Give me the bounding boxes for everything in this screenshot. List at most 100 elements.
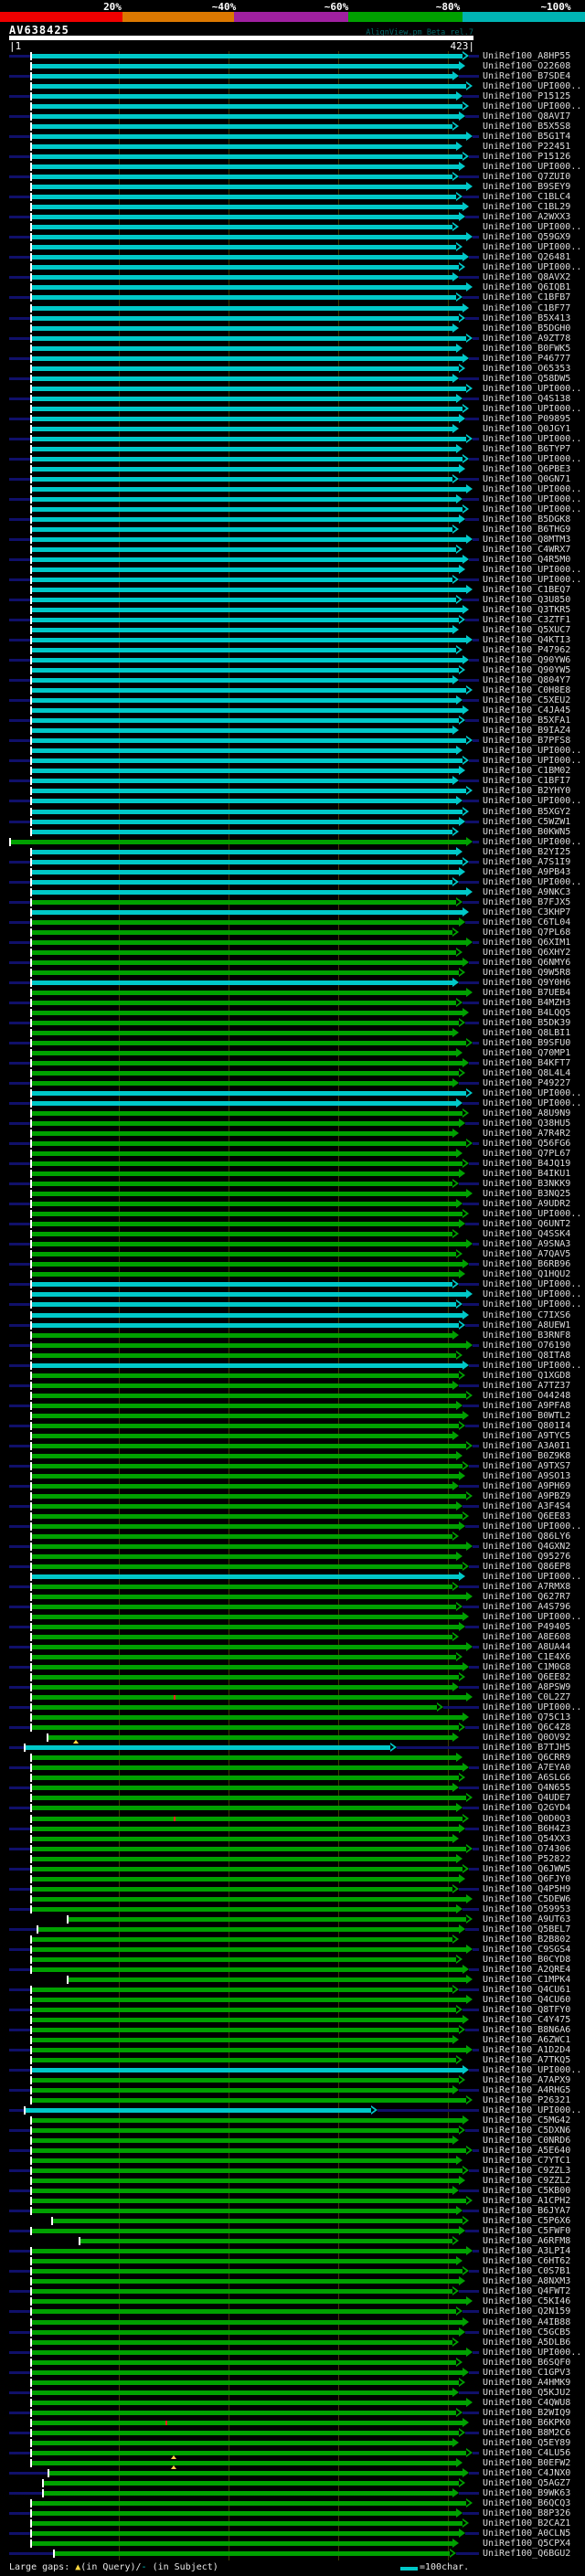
hit-label[interactable]: UniRef100_B5G1T4: [483, 132, 570, 142]
hit-row[interactable]: UniRef100_B7SDE4: [0, 71, 585, 81]
hit-bar[interactable]: [32, 1434, 452, 1438]
hit-bar[interactable]: [32, 1675, 459, 1680]
hit-row[interactable]: UniRef100_UPI000..: [0, 222, 585, 232]
hit-bar[interactable]: [32, 417, 459, 421]
hit-bar[interactable]: [32, 54, 463, 58]
hit-row[interactable]: UniRef100_Q0OV92: [0, 1733, 585, 1743]
hit-bar[interactable]: [32, 981, 452, 985]
hit-bar[interactable]: [32, 134, 465, 139]
hit-label[interactable]: UniRef100_A5DLB6: [483, 2337, 570, 2348]
hit-row[interactable]: UniRef100_B6THG9: [0, 525, 585, 535]
hit-label[interactable]: UniRef100_Q5KJU2: [483, 2388, 570, 2398]
hit-label[interactable]: UniRef100_A9SO13: [483, 1471, 570, 1481]
hit-bar[interactable]: [32, 698, 456, 703]
hit-label[interactable]: UniRef100_A9PBZ9: [483, 1491, 570, 1501]
hit-row[interactable]: UniRef100_C5KB00: [0, 2186, 585, 2196]
hit-row[interactable]: UniRef100_Q6NMY6: [0, 958, 585, 968]
hit-label[interactable]: UniRef100_A7TZ37: [483, 1381, 570, 1391]
hit-bar[interactable]: [32, 2048, 465, 2052]
hit-label[interactable]: UniRef100_B5XFA1: [483, 716, 570, 726]
hit-bar[interactable]: [32, 2138, 452, 2143]
hit-row[interactable]: UniRef100_C4LU56: [0, 2448, 585, 2458]
hit-bar[interactable]: [32, 2350, 465, 2355]
hit-row[interactable]: UniRef100_UPI000..: [0, 1088, 585, 1098]
hit-label[interactable]: UniRef100_B0Z9K8: [483, 1451, 570, 1461]
hit-bar[interactable]: [32, 1343, 465, 1348]
hit-row[interactable]: UniRef100_B9IAZ4: [0, 726, 585, 736]
hit-bar[interactable]: [11, 840, 465, 844]
hit-row[interactable]: UniRef100_A8UEW1: [0, 1320, 585, 1330]
hit-bar[interactable]: [32, 1574, 459, 1579]
hit-bar[interactable]: [32, 870, 459, 875]
hit-label[interactable]: UniRef100_A7R4R2: [483, 1129, 570, 1139]
hit-row[interactable]: UniRef100_Q801I4: [0, 1421, 585, 1431]
hit-row[interactable]: UniRef100_UPI000..: [0, 796, 585, 806]
hit-bar[interactable]: [32, 1363, 463, 1368]
hit-row[interactable]: UniRef100_A4IB88: [0, 2317, 585, 2327]
hit-label[interactable]: UniRef100_P49227: [483, 1078, 570, 1088]
hit-bar[interactable]: [32, 1101, 456, 1106]
hit-label[interactable]: UniRef100_UPI000..: [483, 484, 581, 494]
hit-label[interactable]: UniRef100_Q9Y0H6: [483, 978, 570, 988]
hit-row[interactable]: UniRef100_A9ZT78: [0, 334, 585, 344]
hit-row[interactable]: UniRef100_Q95276: [0, 1552, 585, 1562]
hit-label[interactable]: UniRef100_UPI000..: [483, 1361, 581, 1371]
hit-row[interactable]: UniRef100_C7IXS6: [0, 1310, 585, 1320]
hit-bar[interactable]: [32, 2128, 459, 2133]
hit-bar[interactable]: [32, 789, 465, 793]
hit-row[interactable]: UniRef100_Q6JWW5: [0, 1864, 585, 1874]
hit-bar[interactable]: [32, 84, 465, 89]
hit-row[interactable]: UniRef100_UPI000..: [0, 1299, 585, 1309]
hit-row[interactable]: UniRef100_UPI000..: [0, 1361, 585, 1371]
hit-row[interactable]: UniRef100_A3LPI4: [0, 2246, 585, 2256]
hit-bar[interactable]: [32, 1262, 463, 1267]
hit-row[interactable]: UniRef100_Q5AGZ7: [0, 2478, 585, 2488]
hit-row[interactable]: UniRef100_Q8AVI7: [0, 111, 585, 122]
hit-row[interactable]: UniRef100_B9SFU0: [0, 1038, 585, 1048]
hit-row[interactable]: UniRef100_UPI000..: [0, 454, 585, 464]
hit-bar[interactable]: [32, 164, 459, 169]
hit-row[interactable]: UniRef100_C5P6X6: [0, 2216, 585, 2226]
hit-label[interactable]: UniRef100_C3KHP7: [483, 907, 570, 917]
hit-label[interactable]: UniRef100_Q4GXN2: [483, 1542, 570, 1552]
hit-bar[interactable]: [32, 2209, 456, 2213]
hit-bar[interactable]: [32, 1051, 456, 1055]
hit-label[interactable]: UniRef100_Q6NMY6: [483, 958, 570, 968]
hit-row[interactable]: UniRef100_C5MG42: [0, 2115, 585, 2125]
hit-bar[interactable]: [32, 1595, 465, 1599]
hit-bar[interactable]: [32, 1394, 465, 1398]
hit-label[interactable]: UniRef100_Q4S138: [483, 394, 570, 404]
hit-row[interactable]: UniRef100_Q627R7: [0, 1592, 585, 1602]
hit-bar[interactable]: [32, 1302, 456, 1307]
hit-bar[interactable]: [32, 1685, 452, 1690]
hit-label[interactable]: UniRef100_B9WK63: [483, 2488, 570, 2498]
hit-label[interactable]: UniRef100_Q75C13: [483, 1712, 570, 1723]
hit-bar[interactable]: [32, 527, 452, 532]
hit-bar[interactable]: [32, 1464, 463, 1468]
hit-label[interactable]: UniRef100_Q90YW5: [483, 665, 570, 675]
hit-row[interactable]: UniRef100_C5GCB5: [0, 2327, 585, 2337]
hit-label[interactable]: UniRef100_UPI000..: [483, 2348, 581, 2358]
hit-row[interactable]: UniRef100_A9PFA8: [0, 1401, 585, 1411]
hit-label[interactable]: UniRef100_UPI000..: [483, 565, 581, 575]
hit-label[interactable]: UniRef100_A4IB88: [483, 2317, 570, 2327]
hit-label[interactable]: UniRef100_UPI000..: [483, 877, 581, 887]
hit-bar[interactable]: [32, 1967, 463, 1972]
hit-label[interactable]: UniRef100_B6KPK0: [483, 2418, 570, 2428]
hit-bar[interactable]: [32, 738, 465, 743]
hit-label[interactable]: UniRef100_Q6UNT2: [483, 1219, 570, 1229]
hit-row[interactable]: UniRef100_C0L2Z7: [0, 1692, 585, 1702]
hit-bar[interactable]: [32, 930, 452, 935]
hit-bar[interactable]: [32, 900, 456, 905]
hit-row[interactable]: UniRef100_A9TYC5: [0, 1431, 585, 1441]
hit-bar[interactable]: [32, 628, 452, 632]
hit-bar[interactable]: [32, 2531, 459, 2536]
hit-row[interactable]: UniRef100_C9ZZL3: [0, 2166, 585, 2176]
hit-label[interactable]: UniRef100_UPI000..: [483, 2065, 581, 2075]
hit-label[interactable]: UniRef100_P15125: [483, 91, 570, 101]
hit-bar[interactable]: [32, 1695, 465, 1700]
hit-label[interactable]: UniRef100_P52822: [483, 1854, 570, 1864]
hit-label[interactable]: UniRef100_C5MG42: [483, 2115, 570, 2125]
hit-label[interactable]: UniRef100_C1MPK4: [483, 1975, 570, 1985]
hit-row[interactable]: UniRef100_A7RMX8: [0, 1582, 585, 1592]
